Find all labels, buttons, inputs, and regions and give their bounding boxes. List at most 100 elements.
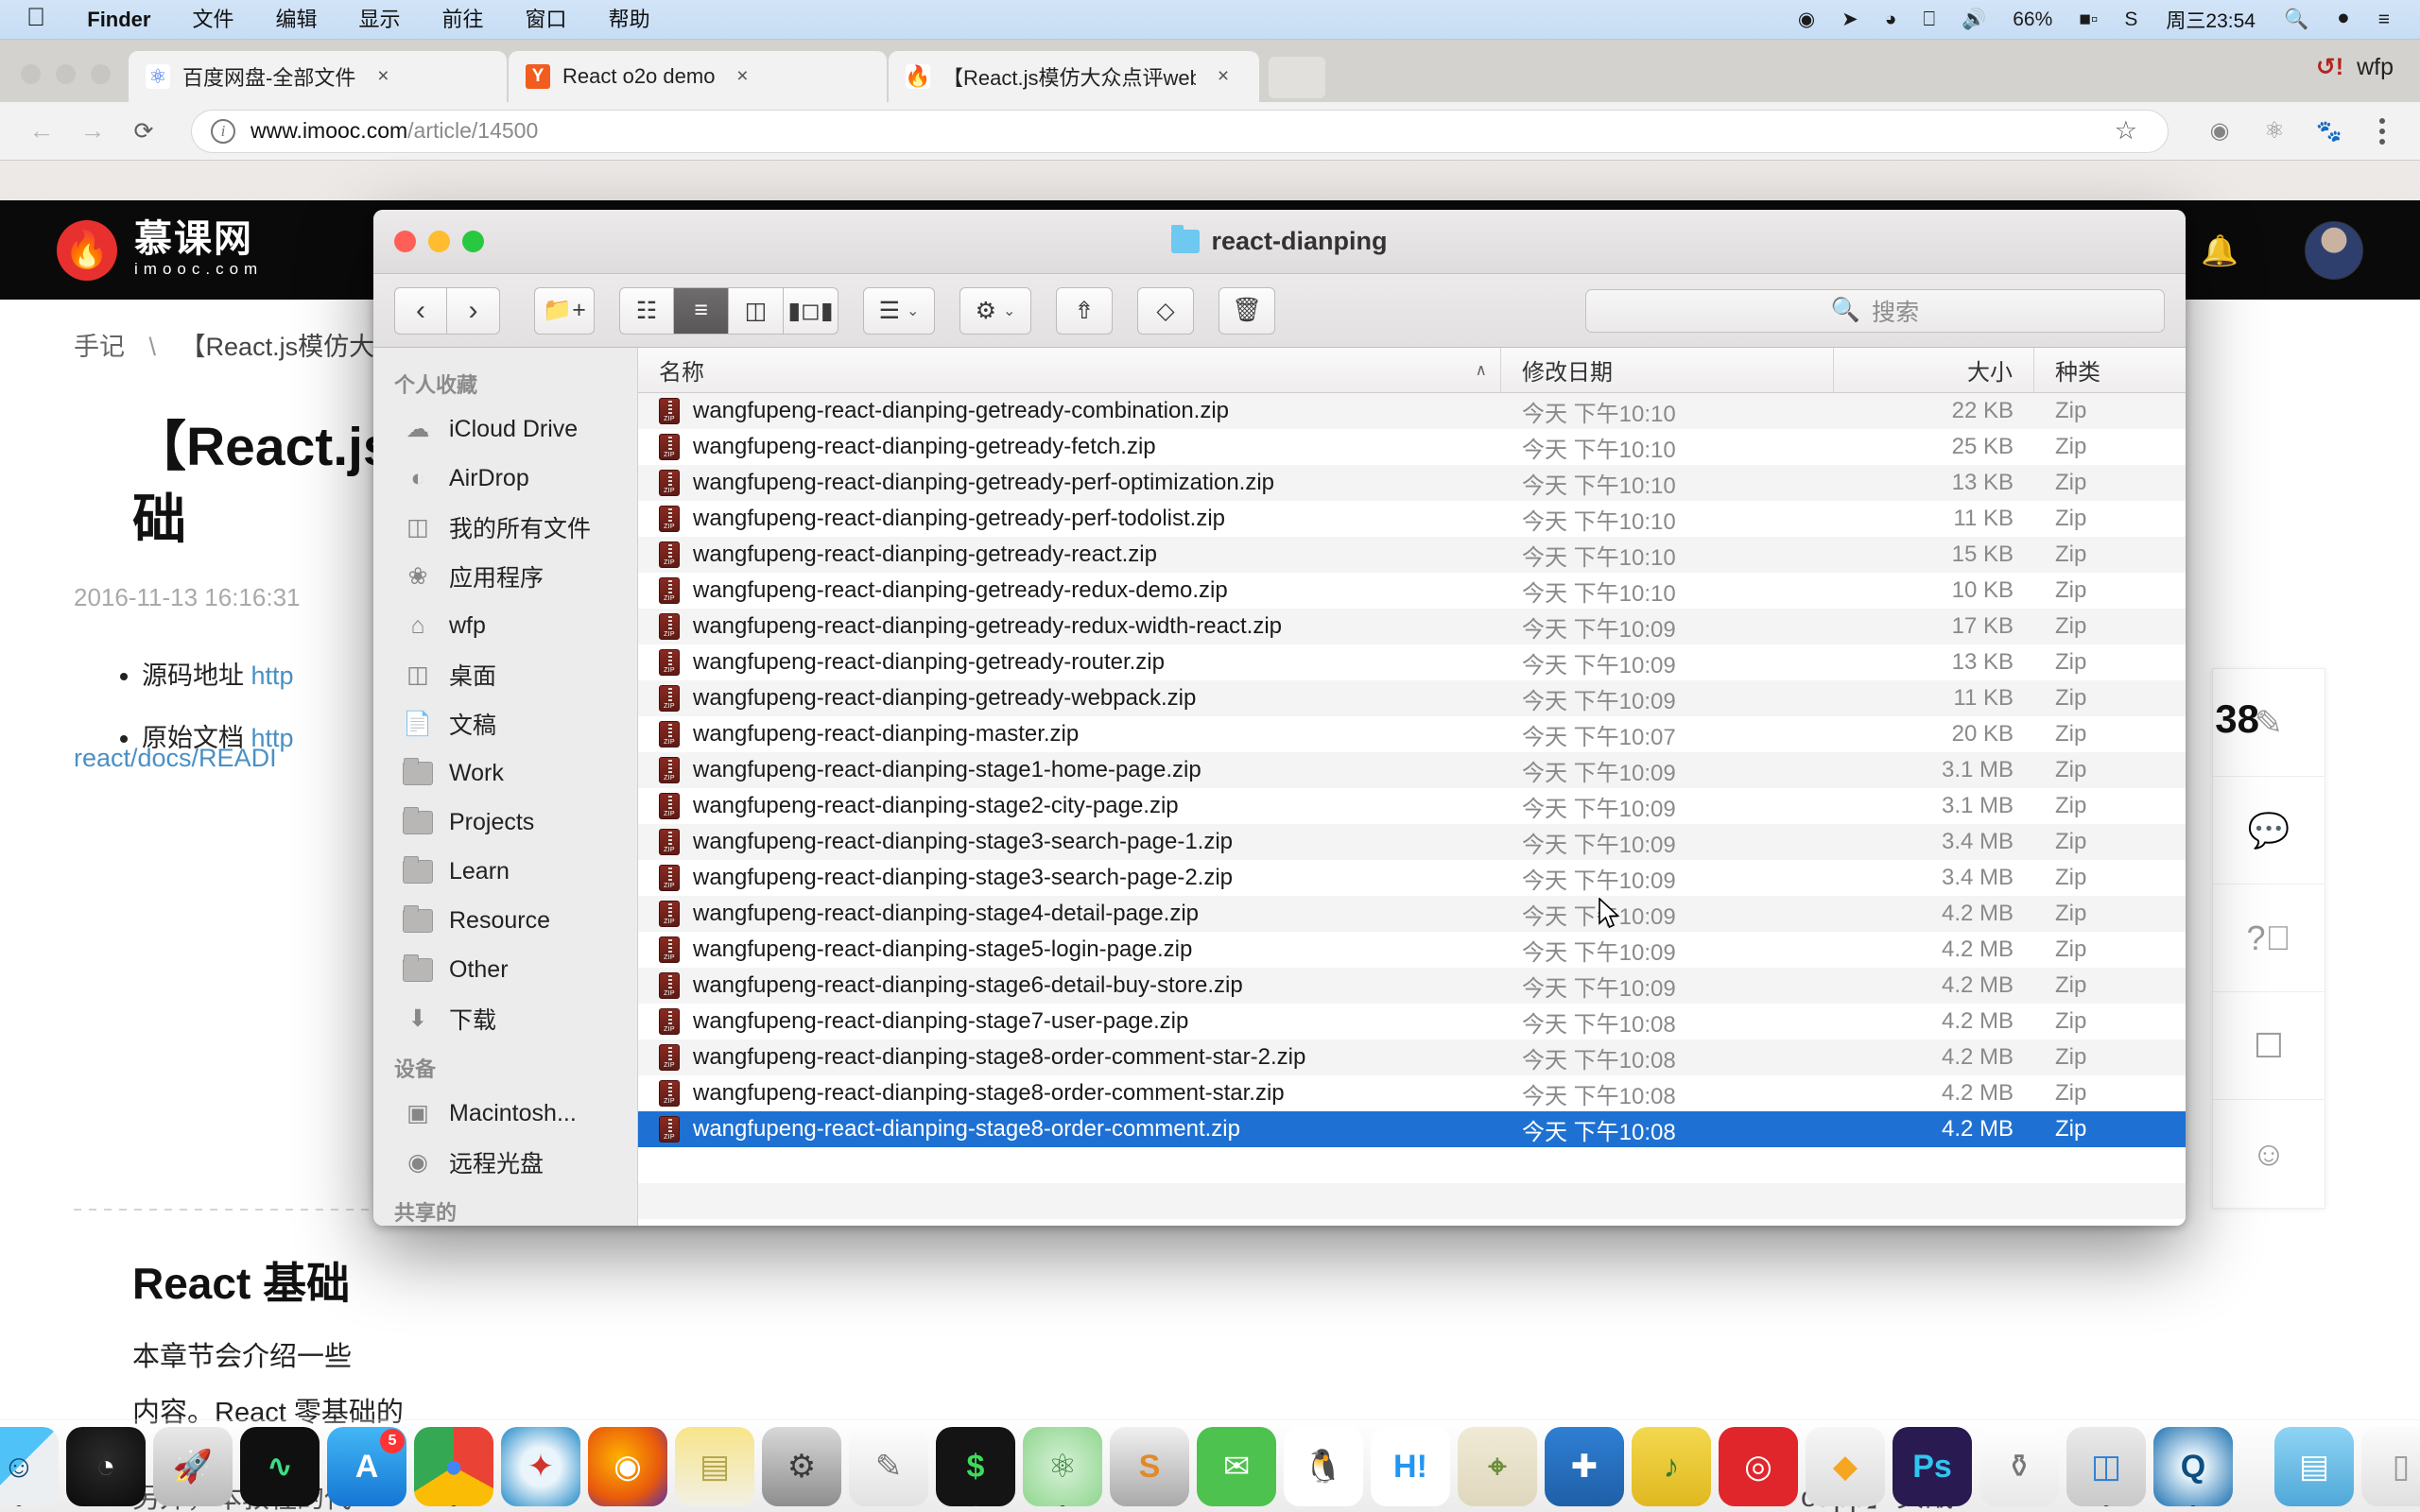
sidebar-item-remote-disc[interactable]: ◉ 远程光盘: [373, 1138, 637, 1187]
table-row[interactable]: wangfupeng-react-dianping-getready-route…: [638, 644, 2186, 680]
dock-item-image-capture[interactable]: ⚱: [1979, 1427, 2059, 1506]
browser-tab-3[interactable]: 🔥 【React.js模仿大众点评webapp ×: [889, 51, 1259, 102]
table-row[interactable]: wangfupeng-react-dianping-getready-react…: [638, 537, 2186, 573]
column-view-button[interactable]: ◫: [729, 286, 784, 335]
table-row[interactable]: wangfupeng-react-dianping-getready-combi…: [638, 393, 2186, 429]
list-view-button[interactable]: ≡: [674, 286, 729, 335]
dock-item-netease-music[interactable]: ◎: [1719, 1427, 1798, 1506]
breadcrumb-root[interactable]: 手记: [74, 333, 125, 361]
new-folder-icon[interactable]: 📁+: [534, 286, 595, 335]
dock-item-keynote[interactable]: ◫: [2066, 1427, 2146, 1506]
user-avatar[interactable]: [2305, 220, 2363, 280]
menu-item-finder[interactable]: Finder: [66, 0, 171, 40]
table-row[interactable]: wangfupeng-react-dianping-stage8-order-c…: [638, 1075, 2186, 1111]
dock-item-iterm[interactable]: $: [936, 1427, 1015, 1506]
sidebar-item-desktop[interactable]: ◫ 桌面: [373, 650, 637, 699]
apple-logo-icon[interactable]: : [17, 5, 66, 30]
react-devtools-icon[interactable]: ⚛: [2254, 111, 2295, 152]
dock-item-system-preferences[interactable]: ⚙: [762, 1427, 841, 1506]
readme-link[interactable]: react/docs/READI: [74, 744, 277, 773]
ionic-icon[interactable]: ◉: [2199, 111, 2240, 152]
back-icon[interactable]: ←: [21, 111, 62, 152]
browser-tab-3-close-icon[interactable]: ×: [1211, 65, 1236, 88]
site-logo-text[interactable]: 慕课网 imooc.com: [134, 219, 263, 280]
sidebar-item-projects[interactable]: Projects: [373, 798, 637, 847]
dock-item-photoshop[interactable]: Ps: [1893, 1427, 1972, 1506]
dock-item-firefox[interactable]: ◉: [588, 1427, 667, 1506]
browser-traffic-lights[interactable]: [21, 64, 111, 84]
menu-item-go[interactable]: 前往: [422, 0, 505, 40]
mobile-icon[interactable]: ☐: [2213, 992, 2325, 1100]
icon-view-button[interactable]: ☷: [619, 286, 674, 335]
menu-item-view[interactable]: 显示: [338, 0, 422, 40]
table-row[interactable]: wangfupeng-react-dianping-stage2-city-pa…: [638, 788, 2186, 824]
dock-item-wechat[interactable]: ✉: [1197, 1427, 1276, 1506]
finder-forward-button[interactable]: ›: [447, 286, 500, 335]
dock-item-qq[interactable]: 🐧: [1284, 1427, 1363, 1506]
table-row[interactable]: wangfupeng-react-dianping-getready-fetch…: [638, 429, 2186, 465]
sidebar-item-learn[interactable]: Learn: [373, 847, 637, 896]
kebab-menu-icon[interactable]: [2365, 117, 2399, 145]
table-row[interactable]: wangfupeng-react-dianping-getready-perf-…: [638, 465, 2186, 501]
sidebar-item-icloud-drive[interactable]: ☁ iCloud Drive: [373, 404, 637, 454]
telegram-icon[interactable]: ➤: [1828, 0, 1872, 40]
table-row[interactable]: wangfupeng-react-dianping-stage1-home-pa…: [638, 752, 2186, 788]
table-row[interactable]: wangfupeng-react-dianping-stage5-login-p…: [638, 932, 2186, 968]
sidebar-item-macintosh-hd[interactable]: ▣ Macintosh...: [373, 1089, 637, 1138]
table-row[interactable]: wangfupeng-react-dianping-stage8-order-c…: [638, 1040, 2186, 1075]
table-row[interactable]: wangfupeng-react-dianping-getready-perf-…: [638, 501, 2186, 537]
table-row[interactable]: wangfupeng-react-dianping-stage8-order-c…: [638, 1111, 2186, 1147]
tag-icon[interactable]: ◇: [1137, 286, 1194, 335]
dock-item-launchpad[interactable]: 🚀: [153, 1427, 233, 1506]
finder-maximize-button[interactable]: [462, 231, 484, 252]
browser-tab-1-close-icon[interactable]: ×: [371, 65, 395, 88]
dock-item-hbuilder[interactable]: H!: [1371, 1427, 1450, 1506]
sidebar-item-applications[interactable]: ❀ 应用程序: [373, 552, 637, 601]
share-icon[interactable]: ⇮: [1056, 286, 1113, 335]
wifi-icon[interactable]: ◕: [1872, 0, 1910, 40]
gear-icon[interactable]: ⚙ ⌄: [959, 286, 1031, 335]
baidu-icon[interactable]: 🐾: [2308, 111, 2350, 152]
table-row[interactable]: wangfupeng-react-dianping-stage3-search-…: [638, 860, 2186, 896]
comment-icon[interactable]: 💬: [2213, 777, 2325, 885]
menu-item-file[interactable]: 文件: [171, 0, 254, 40]
coverflow-view-button[interactable]: ▮◻▮: [784, 286, 838, 335]
dock-item-xcode[interactable]: ✚: [1545, 1427, 1624, 1506]
dock-item-atom[interactable]: ⚛: [1023, 1427, 1102, 1506]
sidebar-item-other[interactable]: Other: [373, 945, 637, 994]
airplay-icon[interactable]: ⎕: [1910, 0, 1948, 40]
dock-item-qq-music[interactable]: ♪: [1632, 1427, 1711, 1506]
browser-tab-2-close-icon[interactable]: ×: [730, 65, 754, 88]
trash-icon[interactable]: 🗑: [1219, 286, 1275, 335]
menu-bar-clock[interactable]: 周三23:54: [2151, 6, 2271, 34]
search-icon[interactable]: 🔍: [2271, 0, 2322, 40]
notification-center-icon[interactable]: ≡: [2365, 0, 2403, 40]
volume-icon[interactable]: 🔊: [1948, 0, 1999, 40]
dock-item-textedit[interactable]: ✎: [849, 1427, 928, 1506]
finder-search-field[interactable]: 🔍 搜索: [1585, 288, 2165, 333]
site-info-icon[interactable]: i: [211, 118, 235, 144]
table-row[interactable]: wangfupeng-react-dianping-stage7-user-pa…: [638, 1004, 2186, 1040]
dock-item-documents-stack[interactable]: ▤: [2274, 1427, 2354, 1506]
finder-close-button[interactable]: [394, 231, 416, 252]
browser-maximize-button[interactable]: [91, 64, 111, 84]
dock-item-chrome[interactable]: ●: [414, 1427, 493, 1506]
address-bar[interactable]: i www.imooc.com /article/14500 ☆: [191, 109, 2169, 153]
dock-item-sublime-text[interactable]: S: [1110, 1427, 1189, 1506]
arrange-icon[interactable]: ☰ ⌄: [863, 286, 935, 335]
sidebar-item-home[interactable]: ⌂ wfp: [373, 601, 637, 650]
sidebar-item-documents[interactable]: 📄 文稿: [373, 699, 637, 748]
browser-profile[interactable]: ↺! wfp: [2316, 53, 2394, 81]
forward-icon[interactable]: →: [72, 111, 113, 152]
finder-back-button[interactable]: ‹: [394, 286, 447, 335]
reload-icon[interactable]: ⟳: [123, 111, 164, 152]
browser-tab-1[interactable]: ⚛ 百度网盘-全部文件 ×: [129, 51, 507, 102]
new-tab-button[interactable]: [1269, 57, 1325, 98]
imooc-logo-icon[interactable]: 🔥: [57, 219, 117, 281]
browser-close-button[interactable]: [21, 64, 41, 84]
column-header-size[interactable]: 大小: [1834, 348, 2034, 392]
bell-icon[interactable]: 🔔: [2201, 232, 2238, 268]
sidebar-item-airdrop[interactable]: ◐ AirDrop: [373, 454, 637, 503]
browser-tab-2[interactable]: Y React o2o demo ×: [509, 51, 887, 102]
table-row[interactable]: wangfupeng-react-dianping-getready-redux…: [638, 573, 2186, 609]
